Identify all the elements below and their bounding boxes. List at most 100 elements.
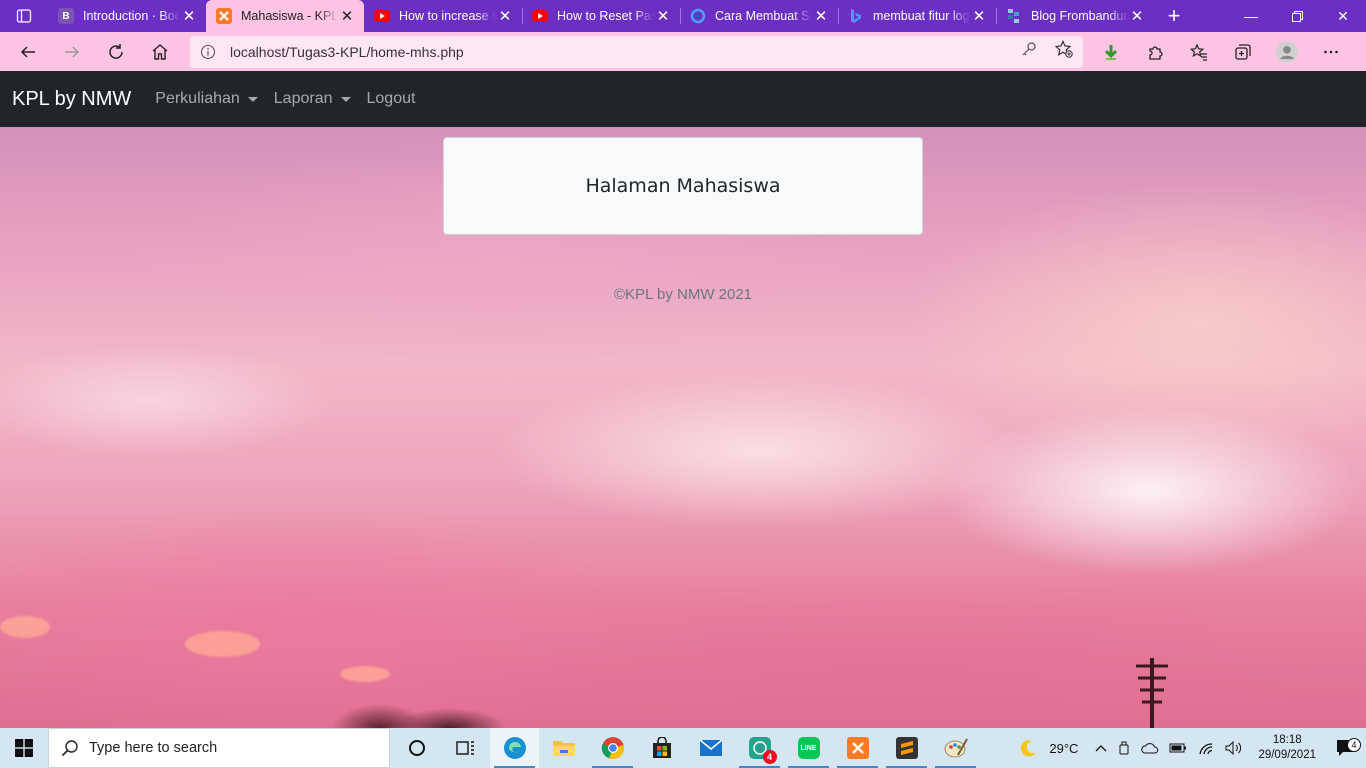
tab-title: Mahasiswa - KPL — [241, 9, 338, 23]
tab-title: Blog Frombandung — [1031, 9, 1128, 23]
dropdown-caret-icon — [340, 96, 351, 102]
taskbar-clock[interactable]: 18:18 29/09/2021 — [1248, 733, 1326, 763]
tab-title: Cara Membuat Sistem — [715, 9, 812, 23]
show-hidden-icons-chevron-icon[interactable] — [1090, 743, 1112, 753]
volume-icon[interactable] — [1220, 741, 1248, 755]
xampp-favicon-icon — [216, 8, 232, 24]
chrome-icon[interactable] — [588, 728, 637, 768]
forward-arrow-icon — [65, 45, 80, 58]
navbar-brand[interactable]: KPL by NMW — [12, 88, 131, 111]
onedrive-cloud-icon[interactable] — [1136, 742, 1164, 754]
wifi-icon[interactable] — [1192, 741, 1220, 755]
refresh-icon — [109, 43, 123, 59]
file-explorer-icon[interactable] — [539, 728, 588, 768]
collections-icon[interactable] — [1221, 36, 1265, 68]
windows-start-icon[interactable] — [0, 728, 48, 768]
close-tab-icon[interactable]: ✕ — [496, 7, 514, 25]
back-button[interactable] — [6, 36, 50, 68]
home-icon — [152, 43, 168, 60]
site-navbar: KPL by NMW Perkuliahan Laporan Logout — [0, 71, 1366, 127]
notification-count-badge: 4 — [1347, 738, 1361, 752]
browser-tab[interactable]: B Introduction · Bootstrap ✕ — [48, 0, 206, 32]
favorites-icon[interactable] — [1177, 36, 1221, 68]
nav-item-perkuliahan[interactable]: Perkuliahan — [155, 90, 258, 108]
site-info-icon[interactable] — [200, 44, 224, 60]
taskbar-search-box[interactable]: Type here to search — [48, 728, 390, 768]
forward-button[interactable] — [50, 36, 94, 68]
paint-icon[interactable] — [931, 728, 980, 768]
close-tab-icon[interactable]: ✕ — [970, 7, 988, 25]
microsoft-store-icon[interactable] — [637, 728, 686, 768]
search-placeholder: Type here to search — [89, 740, 218, 756]
bing-favicon-icon — [848, 8, 864, 24]
profile-avatar-icon[interactable] — [1265, 36, 1309, 68]
browser-tab[interactable]: How to increase session ✕ — [364, 0, 522, 32]
usb-device-icon[interactable] — [1112, 740, 1136, 756]
search-icon — [61, 740, 78, 757]
url-text[interactable]: localhost/Tugas3-KPL/home-mhs.php — [230, 44, 1021, 60]
sublime-text-icon[interactable] — [882, 728, 931, 768]
browser-tab[interactable]: Cara Membuat Sistem ✕ — [680, 0, 838, 32]
tab-title: How to increase session — [399, 9, 496, 23]
site-favicon-icon — [690, 8, 706, 24]
close-tab-icon[interactable]: ✕ — [180, 7, 198, 25]
action-center-icon[interactable]: 4 — [1326, 738, 1366, 758]
new-tab-button[interactable]: + — [1154, 0, 1194, 32]
close-tab-icon[interactable]: ✕ — [654, 7, 672, 25]
xampp-icon[interactable] — [833, 728, 882, 768]
browser-toolbar: localhost/Tugas3-KPL/home-mhs.php — [0, 32, 1366, 71]
youtube-favicon-icon — [374, 10, 390, 22]
add-favorite-icon[interactable] — [1054, 40, 1073, 63]
windows-taskbar: Type here to search 4 LINE 29°C 18:18 29… — [0, 728, 1366, 768]
address-bar[interactable]: localhost/Tugas3-KPL/home-mhs.php — [190, 35, 1083, 68]
battery-icon[interactable] — [1164, 742, 1192, 754]
tab-title: membuat fitur login — [873, 9, 970, 23]
nav-item-label: Logout — [366, 90, 416, 107]
close-tab-icon[interactable]: ✕ — [338, 7, 356, 25]
browser-tab-strip: B Introduction · Bootstrap ✕ Mahasiswa -… — [0, 0, 1366, 32]
edge-taskbar-icon[interactable] — [490, 728, 539, 768]
pink-cloud — [0, 616, 50, 638]
bootstrap-favicon-icon: B — [58, 8, 74, 24]
close-window-icon[interactable]: ✕ — [1320, 0, 1366, 32]
weather-moon-icon[interactable] — [1014, 738, 1044, 758]
nav-item-logout[interactable]: Logout — [367, 90, 416, 108]
line-icon[interactable]: LINE — [784, 728, 833, 768]
idm-extension-icon[interactable] — [1089, 36, 1133, 68]
tab-actions-icon[interactable] — [0, 0, 48, 32]
clock-date: 29/09/2021 — [1258, 749, 1316, 761]
page-title: Halaman Mahasiswa — [585, 175, 781, 197]
tree-silhouette — [300, 688, 530, 728]
weather-temperature[interactable]: 29°C — [1044, 741, 1090, 756]
clock-time: 18:18 — [1272, 734, 1302, 746]
browser-tab[interactable]: Blog Frombandung ✕ — [996, 0, 1154, 32]
whatsapp-badge: 4 — [762, 750, 777, 764]
cortana-icon[interactable] — [392, 728, 441, 768]
more-options-icon[interactable] — [1309, 36, 1353, 68]
browser-tab-active[interactable]: Mahasiswa - KPL ✕ — [206, 0, 364, 32]
close-tab-icon[interactable]: ✕ — [812, 7, 830, 25]
home-button[interactable] — [138, 36, 182, 68]
nav-item-laporan[interactable]: Laporan — [274, 90, 351, 108]
browser-tab[interactable]: How to Reset Password ✕ — [522, 0, 680, 32]
close-tab-icon[interactable]: ✕ — [1128, 7, 1146, 25]
mail-icon[interactable] — [686, 728, 735, 768]
youtube-favicon-icon — [532, 10, 548, 22]
restore-icon[interactable] — [1274, 0, 1320, 32]
refresh-button[interactable] — [94, 36, 138, 68]
task-view-icon[interactable] — [441, 728, 490, 768]
dropdown-caret-icon — [247, 96, 258, 102]
pink-cloud — [340, 666, 390, 682]
browser-tab[interactable]: membuat fitur login ✕ — [838, 0, 996, 32]
whatsapp-icon[interactable]: 4 — [735, 728, 784, 768]
extensions-icon[interactable] — [1133, 36, 1177, 68]
nav-item-label: Laporan — [273, 90, 333, 107]
blog-favicon-icon — [1006, 8, 1022, 24]
key-icon[interactable] — [1021, 41, 1037, 62]
minimize-icon[interactable]: — — [1228, 0, 1274, 32]
welcome-card: Halaman Mahasiswa — [443, 137, 923, 235]
system-tray: 29°C 18:18 29/09/2021 4 — [1014, 728, 1366, 768]
back-arrow-icon — [20, 45, 35, 58]
pink-cloud — [185, 631, 260, 657]
tab-title: Introduction · Bootstrap — [83, 9, 180, 23]
